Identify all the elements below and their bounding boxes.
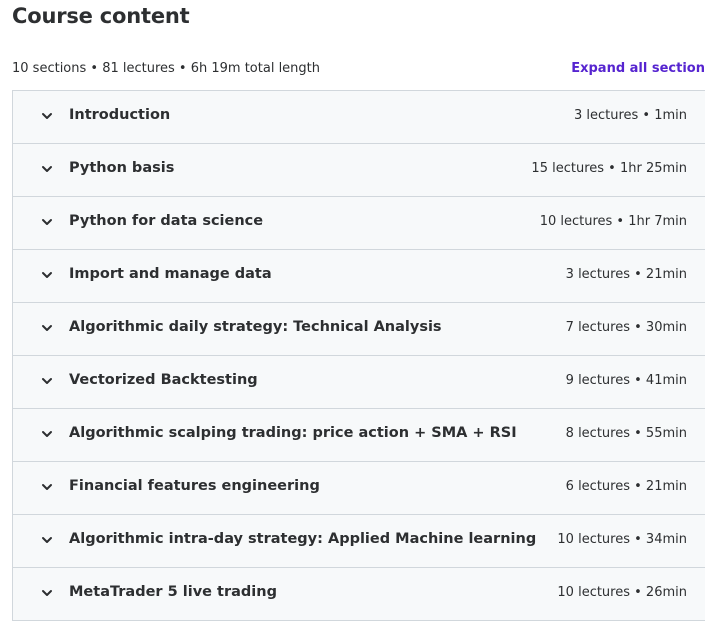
- section-title: Introduction: [69, 107, 171, 123]
- section-row[interactable]: Python for data science 10 lectures • 1hr…: [13, 197, 705, 250]
- chevron-down-icon: [40, 427, 54, 441]
- section-row[interactable]: MetaTrader 5 live trading 10 lectures • 2…: [13, 568, 705, 621]
- section-title: Algorithmic daily strategy: Technical An…: [69, 319, 442, 335]
- section-title: Python for data science: [69, 213, 264, 229]
- section-row[interactable]: Import and manage data 3 lectures • 21min: [13, 250, 705, 303]
- section-row[interactable]: Python basis 15 lectures • 1hr 25min: [13, 144, 705, 197]
- section-lecture-info: 10 lectures • 34min: [557, 532, 687, 547]
- chevron-down-icon: [40, 215, 54, 229]
- section-lecture-info: 8 lectures • 55min: [565, 426, 687, 441]
- chevron-down-icon: [40, 268, 54, 282]
- section-title: Python basis: [69, 160, 175, 176]
- section-row[interactable]: Algorithmic daily strategy: Technical An…: [13, 303, 705, 356]
- course-summary: 10 sections • 81 lectures • 6h 19m total…: [12, 61, 321, 76]
- chevron-down-icon: [40, 480, 54, 494]
- section-lecture-info: 3 lectures • 21min: [565, 267, 687, 282]
- page-title: Course content: [12, 4, 190, 28]
- section-row[interactable]: Vectorized Backtesting 9 lectures • 41min: [13, 356, 705, 409]
- chevron-down-icon: [40, 586, 54, 600]
- section-row[interactable]: Introduction 3 lectures • 1min: [13, 91, 705, 144]
- section-title: Import and manage data: [69, 266, 272, 282]
- section-title: Algorithmic scalping trading: price acti…: [69, 425, 517, 441]
- section-lecture-info: 7 lectures • 30min: [565, 320, 687, 335]
- section-list: Introduction 3 lectures • 1min Python basi…: [12, 90, 705, 621]
- section-lecture-info: 10 lectures • 26min: [557, 585, 687, 600]
- chevron-down-icon: [40, 109, 54, 123]
- section-lecture-info: 6 lectures • 21min: [565, 479, 687, 494]
- chevron-down-icon: [40, 374, 54, 388]
- section-title: MetaTrader 5 live trading: [69, 584, 277, 600]
- section-row[interactable]: Financial features engineering 6 lectures…: [13, 462, 705, 515]
- section-lecture-info: 15 lectures • 1hr 25min: [531, 161, 687, 176]
- section-title: Financial features engineering: [69, 478, 320, 494]
- section-row[interactable]: Algorithmic scalping trading: price acti…: [13, 409, 705, 462]
- section-lecture-info: 10 lectures • 1hr 7min: [539, 214, 687, 229]
- section-title: Vectorized Backtesting: [69, 372, 258, 388]
- section-row[interactable]: Algorithmic intra-day strategy: Applied …: [13, 515, 705, 568]
- section-lecture-info: 9 lectures • 41min: [565, 373, 687, 388]
- chevron-down-icon: [40, 533, 54, 547]
- chevron-down-icon: [40, 321, 54, 335]
- section-title: Algorithmic intra-day strategy: Applied …: [69, 531, 537, 547]
- expand-all-sections-button[interactable]: Expand all section: [571, 61, 705, 76]
- chevron-down-icon: [40, 162, 54, 176]
- section-lecture-info: 3 lectures • 1min: [573, 108, 687, 123]
- course-summary-bar: 10 sections • 81 lectures • 6h 19m total…: [12, 60, 705, 80]
